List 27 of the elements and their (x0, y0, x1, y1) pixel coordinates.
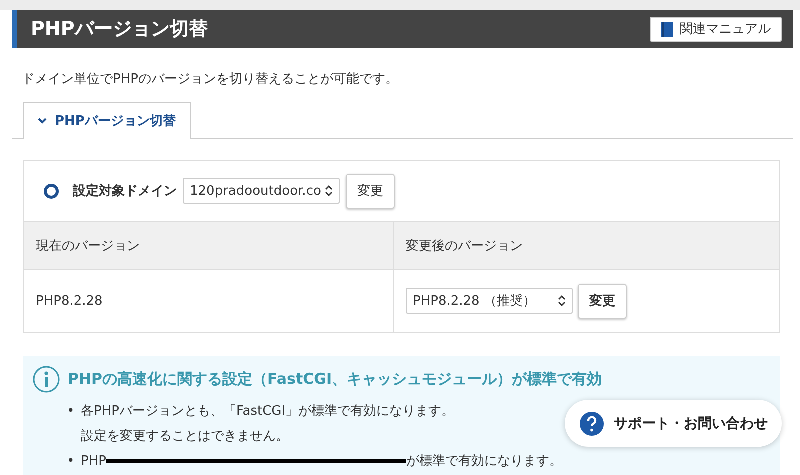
column-header: 現在のバージョン (24, 221, 394, 269)
support-button[interactable]: サポート・お問い合わせ (565, 400, 782, 447)
bullet: • (67, 403, 73, 421)
chevron-icon (325, 185, 333, 197)
bullet-text: が標準で有効になります。 (406, 454, 562, 469)
column-header: 変更後のバージョン (394, 221, 779, 269)
description-text: ドメイン単位でPHPのバージョンを切り替えることが可能です。 (22, 71, 400, 88)
bullet-text: PHP (81, 454, 106, 469)
table-cell: PHP8.2.28 (24, 269, 394, 332)
bullet-text: 各PHPバージョンとも、「FastCGI」が標準で有効になります。 (81, 403, 455, 421)
bullet: • (67, 453, 73, 471)
domain-label: 設定対象ドメイン (73, 182, 177, 200)
change-button[interactable]: 変更 (346, 174, 395, 208)
radio-button[interactable] (44, 184, 59, 198)
info-icon (33, 366, 60, 393)
domain-select[interactable]: 120pradooutdoor.co (183, 178, 340, 204)
info-heading: PHPの高速化に関する設定（FastCGI、キャッシュモジュール）が標準で有効 (68, 370, 602, 389)
manual-button[interactable]: 関連マニュアル (650, 16, 782, 42)
book-icon (661, 22, 673, 36)
chevron-icon (558, 295, 566, 307)
tab[interactable]: PHPバージョン切替 (23, 102, 191, 139)
help-icon (580, 412, 604, 436)
chevron-icon (38, 118, 47, 124)
version-select[interactable]: PHP8.2.28 （推奨） (406, 288, 573, 314)
change-button[interactable]: 変更 (578, 284, 627, 318)
bullet-text: 設定を変更することはできません。 (81, 428, 290, 446)
page-title: PHPバージョン切替 (31, 17, 208, 42)
